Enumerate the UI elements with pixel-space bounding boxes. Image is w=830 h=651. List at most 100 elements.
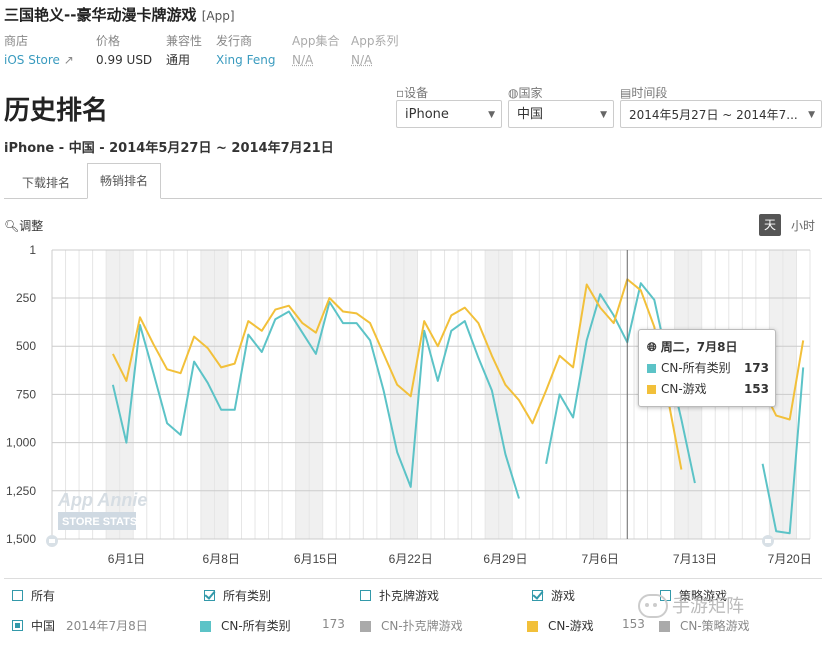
tooltip-header: 🌐︎ 周二，7月8日 — [647, 338, 738, 355]
series-swatch — [200, 621, 211, 632]
x-tick-label: 7月20日 — [768, 552, 812, 566]
legend-series-label: CN-扑克牌游戏 — [381, 619, 463, 633]
legend-country-label: 中国 — [31, 619, 56, 633]
device-icon: ▫ — [396, 86, 405, 100]
meta-store-key: 商店 — [4, 34, 29, 48]
meta-collection-key: App集合 — [292, 34, 340, 48]
x-axis-labels: 6月1日 6月8日 6月15日 6月22日 6月29日 7月6日 7月13日 7月20日 — [108, 552, 812, 566]
legend-checkbox-card-games[interactable]: 扑克牌游戏 — [360, 587, 439, 604]
meta-collection-value: N/A — [292, 53, 314, 67]
series-swatch — [527, 621, 538, 632]
tooltip-series-value: 153 — [743, 382, 769, 396]
legend-series-card-games: CN-扑克牌游戏 — [360, 617, 463, 634]
period-filter-label: ▤时间段 — [620, 84, 667, 101]
legend-checkbox-games[interactable]: 游戏 — [532, 587, 575, 604]
tooltip-series-value: 173 — [743, 361, 769, 375]
page-title: 历史排名 — [4, 96, 109, 126]
legend-series-value: 153 — [622, 617, 645, 631]
y-tick-label: 1,500 — [6, 532, 36, 546]
meta-publisher-link[interactable]: Xing Feng — [216, 51, 275, 70]
period-select-value: 2014年5月27日 ~ 2014年7... — [629, 108, 798, 122]
series-swatch — [659, 621, 670, 632]
zoom-control[interactable]: 🔍︎调整 — [4, 217, 43, 234]
legend-series-strategy: CN-策略游戏 — [659, 617, 750, 634]
legend-date: 2014年7月8日 — [66, 619, 148, 633]
period-select[interactable]: 2014年5月27日 ~ 2014年7... ▼ — [620, 100, 822, 128]
legend-checkbox-label: 所有 — [31, 589, 56, 603]
y-tick-label: 250 — [16, 291, 36, 305]
globe-icon: 🌐︎ — [647, 340, 657, 354]
radio-selected-icon — [12, 620, 23, 631]
meta-series-key: App系列 — [351, 34, 399, 48]
app-title-text: 三国艳义--豪华动漫卡牌游戏 — [4, 6, 197, 24]
period-filter-label-text: 时间段 — [631, 86, 668, 100]
meta-store-value: iOS Store — [4, 53, 60, 67]
meta-price-key: 价格 — [96, 34, 121, 48]
meta-store-link[interactable]: iOS Store ↗ — [4, 51, 74, 70]
tab-downloads[interactable]: 下载排名 — [10, 169, 82, 197]
country-filter-label-text: 国家 — [518, 86, 543, 100]
legend-series-value: 173 — [322, 617, 345, 631]
store-stats-text: STORE STATS — [62, 516, 137, 528]
legend-country-radio[interactable]: 中国 — [12, 617, 55, 634]
meta-publisher: 发行商 Xing Feng — [216, 32, 275, 70]
event-marker-glyph — [49, 539, 55, 543]
meta-store: 商店 iOS Store ↗ — [4, 32, 74, 70]
legend-checkbox-label: 扑克牌游戏 — [379, 589, 440, 603]
meta-publisher-key: 发行商 — [216, 34, 253, 48]
y-tick-label: 1,000 — [6, 436, 36, 450]
chevron-down-icon: ▼ — [808, 110, 815, 120]
chevron-down-icon: ▼ — [600, 110, 607, 120]
x-tick-label: 6月22日 — [389, 552, 433, 566]
chart-tooltip: 🌐︎ 周二，7月8日 CN-所有类别 173 CN-游戏 153 — [638, 329, 776, 407]
granularity-day-button[interactable]: 天 — [759, 214, 781, 236]
y-tick-label: 750 — [16, 387, 36, 401]
watermark-text: 手游矩阵 — [672, 596, 744, 617]
x-tick-label: 6月29日 — [483, 552, 527, 566]
tab-grossing[interactable]: 畅销排名 — [87, 163, 162, 199]
device-filter-label: ▫设备 — [396, 84, 428, 101]
y-tick-label: 1,250 — [6, 484, 36, 498]
checkbox-checked-icon — [204, 590, 215, 601]
legend-checkbox-label: 所有类别 — [223, 589, 272, 603]
zoom-icon: 🔍︎ — [4, 219, 20, 233]
tooltip-row: CN-游戏 153 — [647, 380, 769, 398]
meta-collection: App集合 N/A — [292, 32, 339, 70]
app-annie-watermark: App Annie STORE STATS — [57, 490, 147, 530]
series-swatch — [647, 364, 656, 373]
meta-compat-key: 兼容性 — [166, 34, 203, 48]
legend-checkbox-all-categories[interactable]: 所有类别 — [204, 587, 271, 604]
page-subtitle: iPhone - 中国 - 2014年5月27日 ~ 2014年7月21日 — [4, 141, 334, 156]
tooltip-row: CN-所有类别 173 — [647, 359, 769, 377]
country-select[interactable]: 中国 ▼ — [508, 100, 614, 128]
granularity-hour-button[interactable]: 小时 — [791, 217, 815, 234]
checkbox-icon — [360, 590, 371, 601]
series-swatch — [647, 385, 656, 394]
legend-checkbox-all[interactable]: 所有 — [12, 587, 55, 604]
x-tick-label: 7月13日 — [673, 552, 717, 566]
device-select[interactable]: iPhone ▼ — [396, 100, 502, 128]
country-select-value: 中国 — [517, 107, 544, 122]
meta-price-value: 0.99 USD — [96, 53, 153, 67]
meta-series: App系列 N/A — [351, 32, 398, 70]
y-tick-label: 1 — [29, 243, 36, 257]
external-link-icon: ↗ — [63, 53, 74, 67]
wechat-icon — [638, 594, 668, 618]
legend-series-label: CN-游戏 — [548, 619, 594, 633]
globe-icon: ◍ — [508, 86, 519, 100]
meta-compat: 兼容性 通用 — [166, 32, 202, 70]
app-title: 三国艳义--豪华动漫卡牌游戏 [App] — [4, 4, 235, 25]
tab-bar: 下载排名 畅销排名 — [4, 163, 822, 199]
tooltip-series-name: CN-所有类别 — [661, 361, 731, 375]
country-filter-label: ◍国家 — [508, 84, 543, 101]
app-type-tag: [App] — [201, 9, 235, 23]
meta-price: 价格 0.99 USD — [96, 32, 152, 70]
device-filter-label-text: 设备 — [404, 86, 429, 100]
event-marker-glyph — [765, 539, 771, 543]
legend-series-label: CN-所有类别 — [221, 619, 291, 633]
calendar-icon: ▤ — [620, 86, 632, 100]
tooltip-title: 周二，7月8日 — [660, 340, 738, 354]
app-annie-logo-text: App Annie — [57, 490, 147, 510]
series-swatch — [360, 621, 371, 632]
legend-series-all-categories: CN-所有类别 — [200, 617, 291, 634]
